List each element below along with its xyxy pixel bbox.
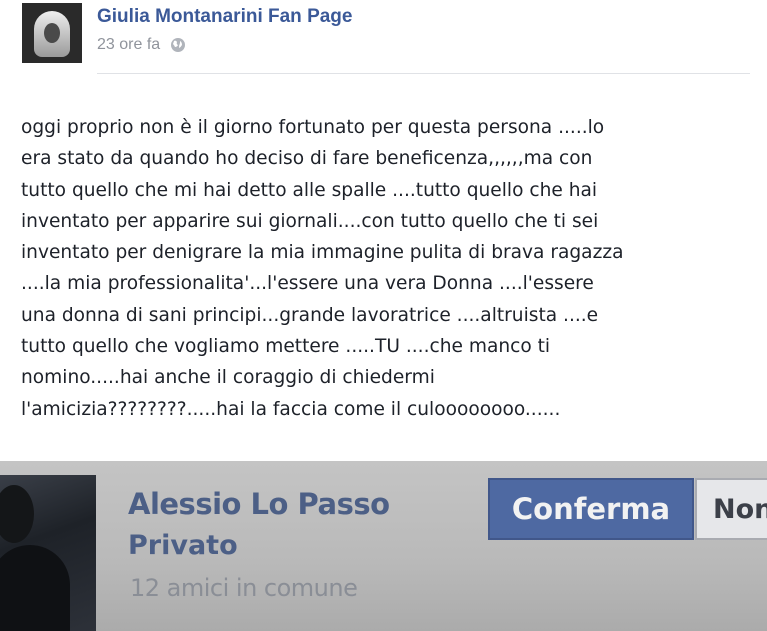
- post-text-line: oggi proprio non è il giorno fortunato p…: [21, 117, 605, 138]
- post-text-line: una donna di sani principi...grande lavo…: [21, 304, 599, 326]
- requester-avatar-head: [0, 485, 34, 543]
- mutual-friends-count[interactable]: 12 amici in comune: [130, 574, 358, 602]
- not-now-button[interactable]: Non: [695, 478, 767, 540]
- requester-avatar[interactable]: [0, 475, 96, 631]
- post-timestamp[interactable]: 23 ore fa: [97, 36, 160, 54]
- post-text-line: inventato per apparire sui giornali....c…: [21, 210, 599, 232]
- post-header: Giulia Montanarini Fan Page 23 ore fa: [0, 0, 767, 78]
- requester-avatar-shoulder: [0, 545, 70, 631]
- friend-request-photo: Alessio Lo Passo Privato 12 amici in com…: [0, 461, 767, 631]
- post-text: oggi proprio non è il giorno fortunato p…: [21, 112, 756, 425]
- page-avatar[interactable]: [22, 3, 82, 63]
- confirm-button[interactable]: Conferma: [488, 478, 694, 540]
- post-text-line: tutto quello che vogliamo mettere .....T…: [21, 336, 551, 358]
- requester-status: Privato: [128, 530, 238, 561]
- post-meta: 23 ore fa: [97, 35, 186, 55]
- post-text-line: inventato per denigrare la mia immagine …: [21, 242, 624, 264]
- page-name-link[interactable]: Giulia Montanarini Fan Page: [97, 6, 352, 28]
- post-text-line: l'amicizia????????.....hai la faccia com…: [21, 398, 561, 420]
- post-text-line: nomino.....hai anche il coraggio di chie…: [21, 367, 435, 389]
- avatar-face: [44, 23, 60, 43]
- post-text-line: tutto quello che mi hai detto alle spall…: [21, 179, 598, 201]
- globe-icon[interactable]: [170, 37, 186, 53]
- post-text-line: ....la mia professionalita'...l'essere u…: [21, 273, 594, 295]
- requester-name[interactable]: Alessio Lo Passo: [128, 487, 390, 521]
- header-divider: [97, 73, 750, 74]
- post-text-line: era stato da quando ho deciso di fare be…: [21, 148, 593, 170]
